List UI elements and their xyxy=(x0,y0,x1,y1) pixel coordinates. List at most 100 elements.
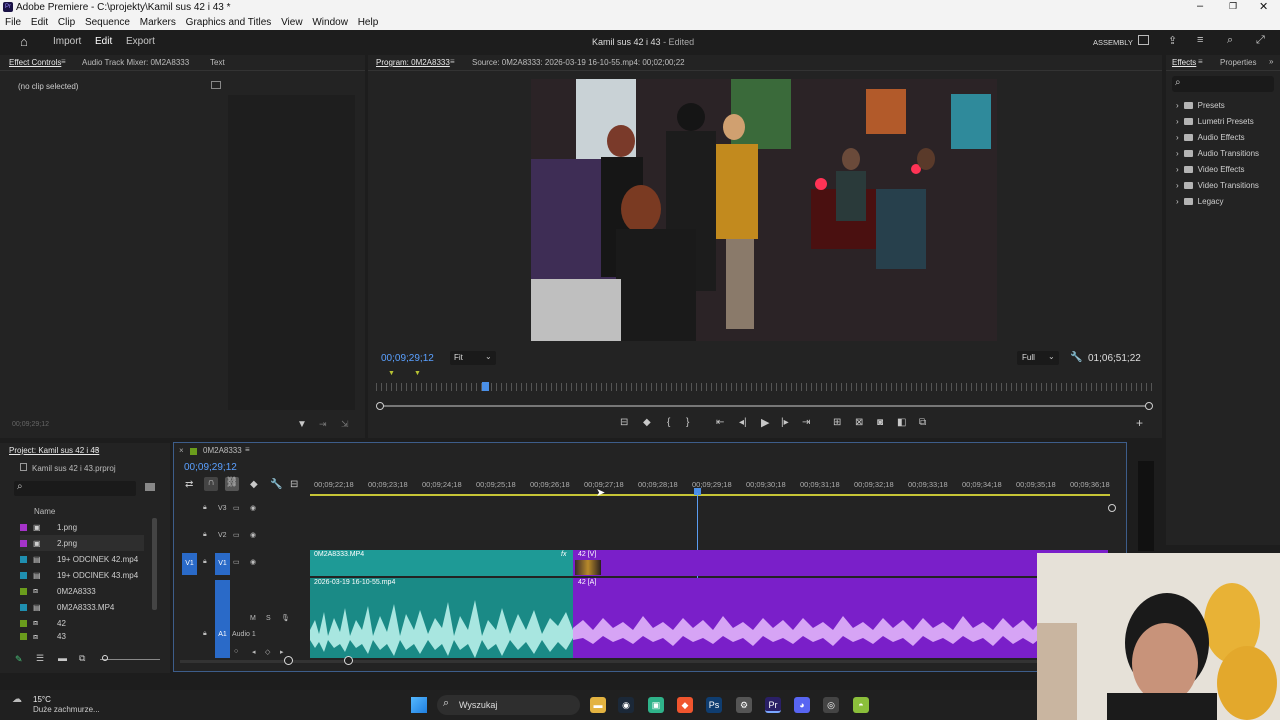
menu-markers[interactable]: Markers xyxy=(140,15,176,30)
mic-icon[interactable]: 🎙︎ xyxy=(281,614,290,622)
filter-icon[interactable]: ▼ xyxy=(297,419,307,430)
project-scrollbar[interactable] xyxy=(152,518,157,610)
chevron-right-icon[interactable]: » xyxy=(1269,57,1273,66)
list-item[interactable]: ⧈ 0M2A8333 xyxy=(20,583,96,599)
browser-icon[interactable]: ◎ xyxy=(823,697,839,713)
effects-item-presets[interactable]: › Presets xyxy=(1176,101,1225,110)
play-icon[interactable]: ▶ xyxy=(761,416,769,429)
eye-icon[interactable]: ◉ xyxy=(250,558,256,566)
vscroll-handle[interactable] xyxy=(1108,504,1116,512)
keyframe-next-icon[interactable]: ▸ xyxy=(280,648,284,656)
effects-item-audio-transitions[interactable]: › Audio Transitions xyxy=(1176,149,1259,158)
linked-selection-icon[interactable]: ⛓ xyxy=(225,477,239,491)
tab-menu-icon[interactable]: ≡ xyxy=(61,57,66,66)
file-explorer-icon[interactable]: ▬ xyxy=(590,697,606,713)
overwrite-icon[interactable]: ⊠ xyxy=(855,417,863,428)
add-marker-icon[interactable]: ◆ xyxy=(643,417,651,428)
clip-v1-purple[interactable]: 42 [V] xyxy=(573,550,1108,576)
keyframe-add-icon[interactable]: ◇ xyxy=(265,648,270,656)
source-patch-a1[interactable] xyxy=(215,580,230,658)
effects-item-video-transitions[interactable]: › Video Transitions xyxy=(1176,181,1259,190)
nav-import[interactable]: Import xyxy=(53,36,81,47)
tab-audio-mixer[interactable]: Audio Track Mixer: 0M2A8333 xyxy=(82,58,189,67)
project-menu-icon[interactable]: ≡ xyxy=(94,445,99,454)
track-label-a1[interactable]: A1 xyxy=(215,625,230,645)
maximize-icon[interactable]: ❐ xyxy=(1229,1,1237,12)
sync-lock-icon[interactable]: ▭ xyxy=(233,504,240,512)
go-to-out-icon[interactable]: ⇥ xyxy=(802,417,810,428)
source-patch-v1[interactable]: V1 xyxy=(182,553,197,575)
sync-lock-icon[interactable]: ▭ xyxy=(233,558,240,566)
camera-icon[interactable]: ◙ xyxy=(877,417,883,428)
list-view-icon[interactable]: ☰ xyxy=(36,653,44,664)
export-frame-icon[interactable]: ⇲ xyxy=(341,419,349,430)
sync-lock-icon[interactable]: ▭ xyxy=(233,531,240,539)
weather-icon[interactable]: ☁ xyxy=(12,694,22,705)
panel-toggle-icon[interactable] xyxy=(211,81,221,89)
menu-icon[interactable]: ≡ xyxy=(1197,34,1203,46)
eye-icon[interactable]: ◉ xyxy=(250,531,256,539)
monitor-ruler[interactable] xyxy=(376,383,1154,391)
lock-icon[interactable]: 🔒︎ xyxy=(203,531,207,539)
tab-text[interactable]: Text xyxy=(210,58,225,67)
share-icon[interactable]: ⇪ xyxy=(1168,34,1177,47)
taskbar-search-input[interactable]: ⌕ Wyszukaj xyxy=(437,695,580,715)
effects-item-audio-effects[interactable]: › Audio Effects xyxy=(1176,133,1245,142)
add-marker-icon[interactable]: ◆ xyxy=(250,479,258,490)
track-label-v2[interactable]: V2 xyxy=(218,532,227,539)
resolution-dropdown[interactable]: Full ⌄ xyxy=(1017,351,1059,365)
tab-program[interactable]: Program: 0M2A8333 xyxy=(376,58,450,67)
sequence-menu-icon[interactable]: ≡ xyxy=(245,445,250,454)
fullscreen-icon[interactable]: ⤢ xyxy=(1256,34,1265,47)
nav-edit[interactable]: Edit xyxy=(95,36,112,47)
effects-menu-icon[interactable]: ≡ xyxy=(1198,57,1203,66)
android-icon[interactable]: ◓ xyxy=(853,697,869,713)
effects-item-legacy[interactable]: › Legacy xyxy=(1176,197,1223,206)
clip-v1-teal[interactable]: 0M2A8333.MP4 fx xyxy=(310,550,573,576)
settings-icon[interactable]: ⚙ xyxy=(736,697,752,713)
tab-effect-controls[interactable]: Effect Controls xyxy=(9,58,61,67)
project-search-input[interactable]: ⌕ xyxy=(14,481,136,496)
close-icon[interactable]: × xyxy=(179,446,184,455)
go-to-in-icon[interactable]: ⇤ xyxy=(716,417,724,428)
home-icon[interactable]: ⌂ xyxy=(20,34,28,49)
menu-view[interactable]: View xyxy=(281,15,303,30)
zoom-slider[interactable] xyxy=(100,659,160,660)
snap-icon[interactable]: ∩ xyxy=(204,477,218,491)
new-bin-icon[interactable] xyxy=(145,483,155,491)
freeform-view-icon[interactable]: ⧉ xyxy=(79,653,85,664)
menu-help[interactable]: Help xyxy=(358,15,379,30)
step-forward-icon[interactable]: |▸ xyxy=(781,417,789,428)
zoom-handle-left[interactable] xyxy=(284,656,293,665)
track-label-v3[interactable]: V3 xyxy=(218,505,227,512)
eye-icon[interactable]: ◉ xyxy=(250,504,256,512)
weather-temp[interactable]: 15°C xyxy=(33,695,51,704)
discord-icon[interactable]: ◕ xyxy=(794,697,810,713)
zoom-handle-right[interactable] xyxy=(344,656,353,665)
keyframe-prev-icon[interactable]: ◂ xyxy=(252,648,256,656)
premiere-icon[interactable]: Pr xyxy=(765,697,781,713)
weather-desc[interactable]: Duże zachmurze... xyxy=(33,705,100,714)
program-menu-icon[interactable]: ≡ xyxy=(450,57,455,66)
track-label-v1[interactable]: V1 xyxy=(215,553,230,575)
vr-icon[interactable]: ⧉ xyxy=(919,417,926,428)
settings-wrench-icon[interactable]: 🔧 xyxy=(270,479,282,490)
mark-out-icon[interactable]: } xyxy=(686,417,689,428)
effects-item-video-effects[interactable]: › Video Effects xyxy=(1176,165,1245,174)
solo-button[interactable]: S xyxy=(266,615,271,622)
lock-icon[interactable]: 🔒︎ xyxy=(203,504,207,512)
tab-properties[interactable]: Properties xyxy=(1220,58,1256,67)
monitor-playhead[interactable] xyxy=(482,382,489,391)
clip-a1-teal[interactable]: 2026-03-19 16-10-55.mp4 xyxy=(310,578,573,658)
menu-file[interactable]: File xyxy=(5,15,21,30)
list-item[interactable]: ▤ 19+ ODCINEK 43.mp4 xyxy=(20,567,138,583)
tab-effects[interactable]: Effects xyxy=(1172,58,1196,67)
search-icon[interactable]: ⌕ xyxy=(1227,34,1233,47)
timeline-zoom-bar[interactable] xyxy=(180,660,1100,663)
work-area-bar[interactable] xyxy=(310,494,1110,496)
effects-item-lumetri[interactable]: › Lumetri Presets xyxy=(1176,117,1254,126)
menu-edit[interactable]: Edit xyxy=(31,15,48,30)
panel-icon[interactable] xyxy=(1138,35,1149,45)
clip-a1-purple[interactable]: 42 [A] xyxy=(573,578,1108,658)
project-title[interactable]: Project: Kamil sus 42 i 43 xyxy=(9,446,99,455)
